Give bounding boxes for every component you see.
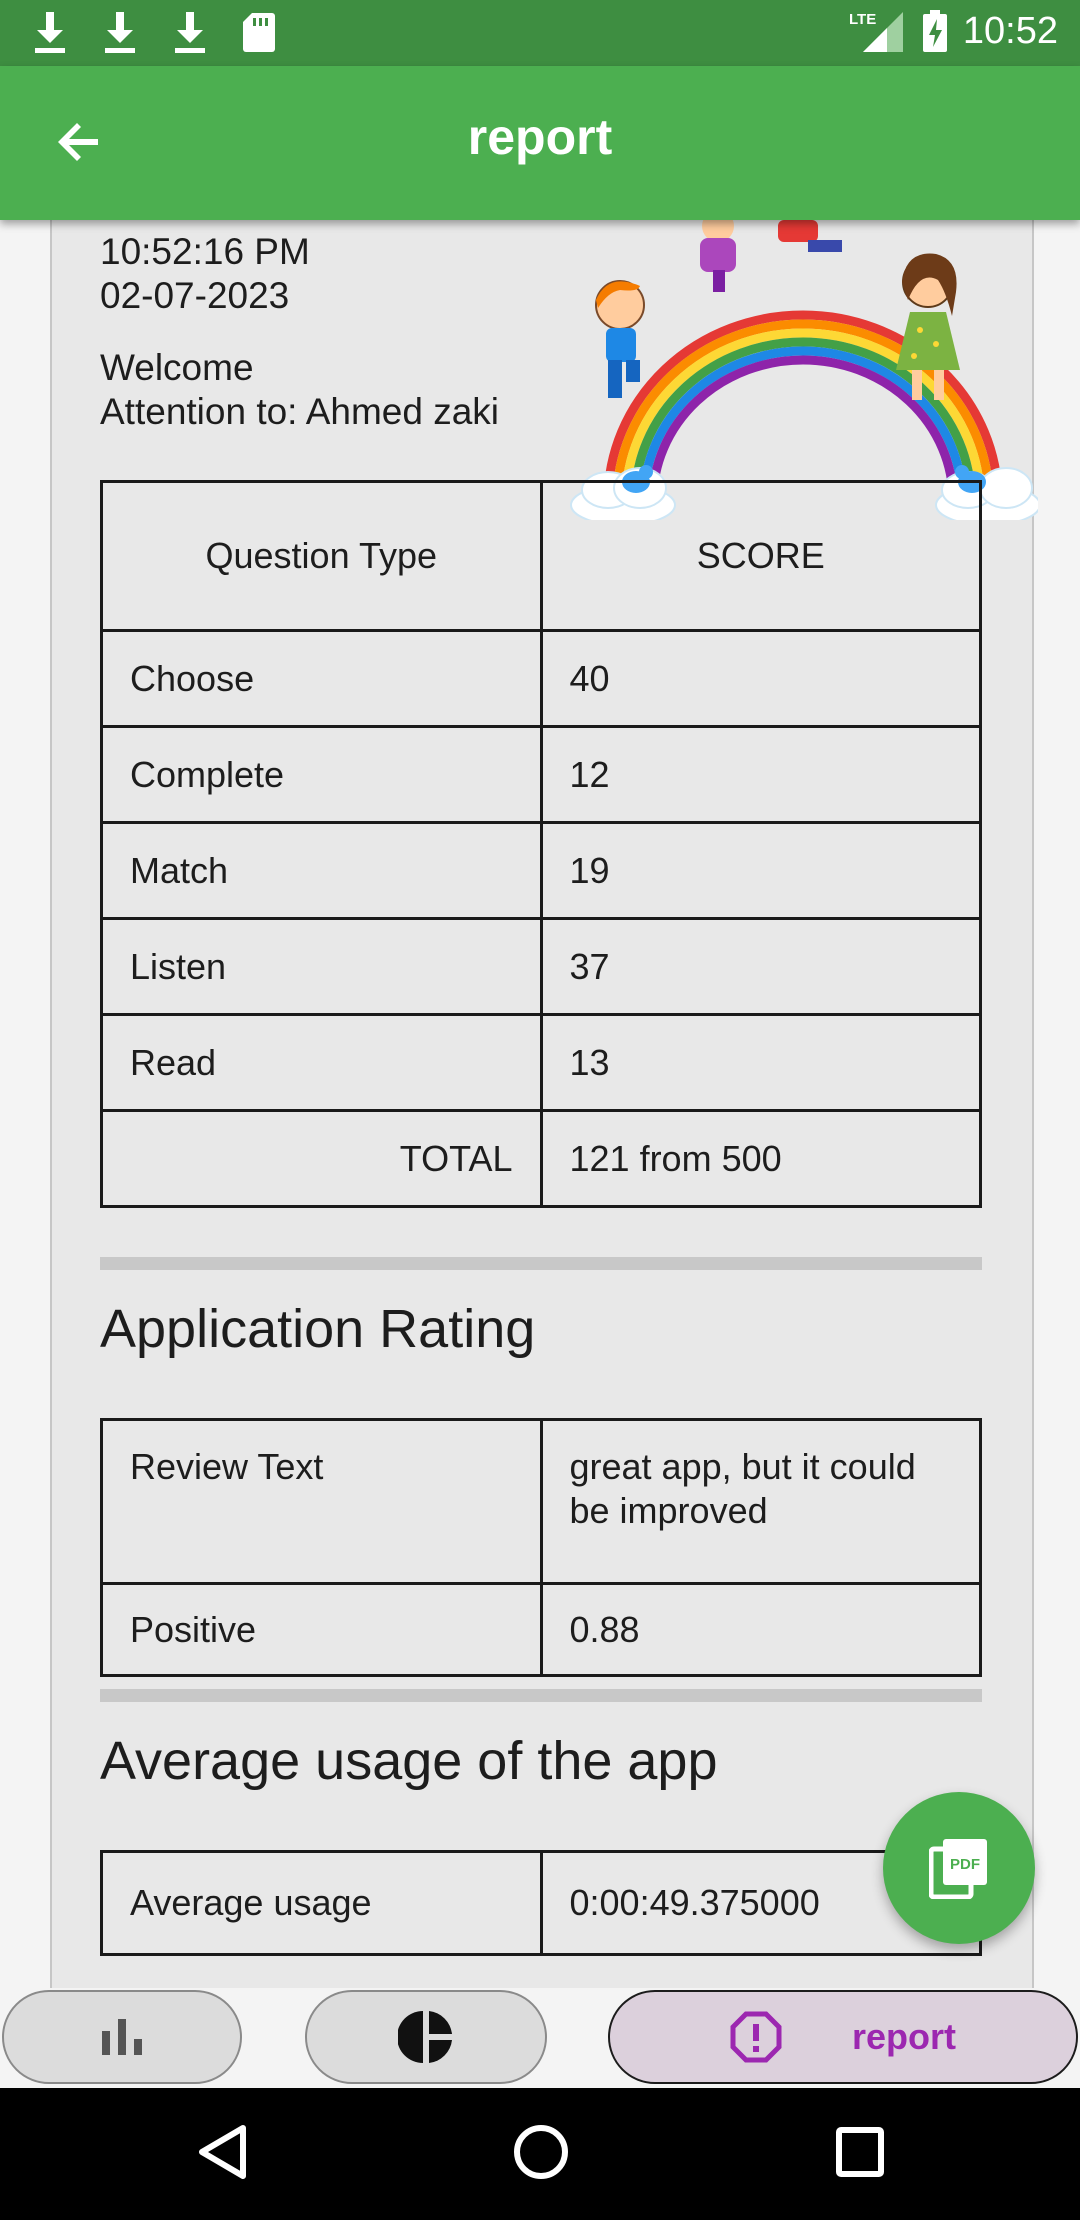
system-icons: LTE 10:52 [849, 8, 1058, 54]
table-row: Match 19 [100, 821, 982, 920]
score-cell: 13 [539, 1013, 982, 1112]
signal-icon: LTE [849, 11, 903, 52]
network-label: LTE [849, 11, 876, 28]
export-pdf-button[interactable]: PDF [883, 1792, 1035, 1944]
download-icon [175, 12, 205, 53]
table-row: Complete 12 [100, 725, 982, 824]
rainbow-kids-illustration [570, 220, 1038, 520]
table-row: Listen 37 [100, 917, 982, 1016]
table-row: Read 13 [100, 1013, 982, 1112]
status-time: 10:52 [962, 9, 1058, 52]
section-divider [100, 1257, 982, 1270]
table-header-row: Question Type SCORE [100, 480, 982, 632]
question-type-cell: Complete [100, 725, 543, 824]
score-cell: 40 [539, 629, 982, 728]
download-icon [105, 12, 135, 53]
attention-text: Attention to: Ahmed zaki [100, 391, 500, 432]
rating-section-title: Application Rating [100, 1299, 536, 1359]
alert-circle-icon [730, 2011, 782, 2063]
score-cell: 37 [539, 917, 982, 1016]
report-date: 02-07-2023 [100, 275, 290, 316]
question-type-cell: Read [100, 1013, 543, 1112]
score-cell: 12 [539, 725, 982, 824]
total-label: TOTAL [100, 1109, 543, 1208]
review-text-value: great app, but it could be improved [539, 1418, 982, 1585]
report-header: 10:52:16 PM 02-07-2023 Welcome Attention… [100, 230, 499, 434]
status-bar: LTE 10:52 [0, 0, 1080, 66]
battery-charging-icon [922, 10, 947, 52]
table-row: Review Text great app, but it could be i… [100, 1418, 982, 1585]
usage-section-title: Average usage of the app [100, 1731, 718, 1791]
total-value: 121 from 500 [539, 1109, 982, 1208]
table-row: Positive 0.88 [100, 1582, 982, 1677]
review-text-label: Review Text [100, 1418, 543, 1585]
app-bar: report [0, 66, 1080, 220]
tab-report-label: report [851, 2016, 956, 2057]
table-row: Average usage 0:00:49.375000 [100, 1850, 982, 1956]
welcome-text: Welcome [100, 347, 254, 388]
svg-text:PDF: PDF [950, 1856, 980, 1873]
table-row: Choose 40 [100, 629, 982, 728]
pdf-icon: PDF [929, 1839, 987, 1899]
sentiment-label: Positive [100, 1582, 543, 1677]
tab-report[interactable]: report [608, 1990, 1078, 2084]
rating-table: Review Text great app, but it could be i… [100, 1418, 982, 1677]
home-nav-icon[interactable] [512, 2122, 570, 2182]
tab-charts[interactable] [305, 1990, 547, 2084]
usage-table: Average usage 0:00:49.375000 [100, 1850, 982, 1956]
column-header-score: SCORE [539, 480, 982, 632]
bar-chart-icon [102, 2019, 142, 2055]
score-cell: 19 [539, 821, 982, 920]
question-type-cell: Listen [100, 917, 543, 1016]
notification-icons [30, 10, 276, 54]
recents-nav-icon[interactable] [834, 2122, 886, 2182]
page-title: report [467, 109, 613, 165]
pie-chart-icon [398, 2011, 452, 2063]
bottom-tab-bar: report [0, 1988, 1080, 2088]
system-navigation-bar [0, 2088, 1080, 2220]
report-time: 10:52:16 PM [100, 231, 310, 272]
average-usage-label: Average usage [100, 1850, 543, 1956]
score-table: Question Type SCORE Choose 40 Complete 1… [100, 480, 982, 1208]
total-row: TOTAL 121 from 500 [100, 1109, 982, 1208]
sd-card-icon [243, 13, 275, 52]
report-card: 10:52:16 PM 02-07-2023 Welcome Attention… [50, 220, 1038, 1988]
tab-statistics[interactable] [2, 1990, 242, 2084]
question-type-cell: Match [100, 821, 543, 920]
column-header-question-type: Question Type [100, 480, 543, 632]
section-divider [100, 1689, 982, 1702]
download-icon [35, 12, 65, 53]
sentiment-value: 0.88 [539, 1582, 982, 1677]
report-scroll-area[interactable]: 10:52:16 PM 02-07-2023 Welcome Attention… [0, 220, 1080, 1988]
question-type-cell: Choose [100, 629, 543, 728]
back-nav-icon[interactable] [196, 2122, 248, 2182]
